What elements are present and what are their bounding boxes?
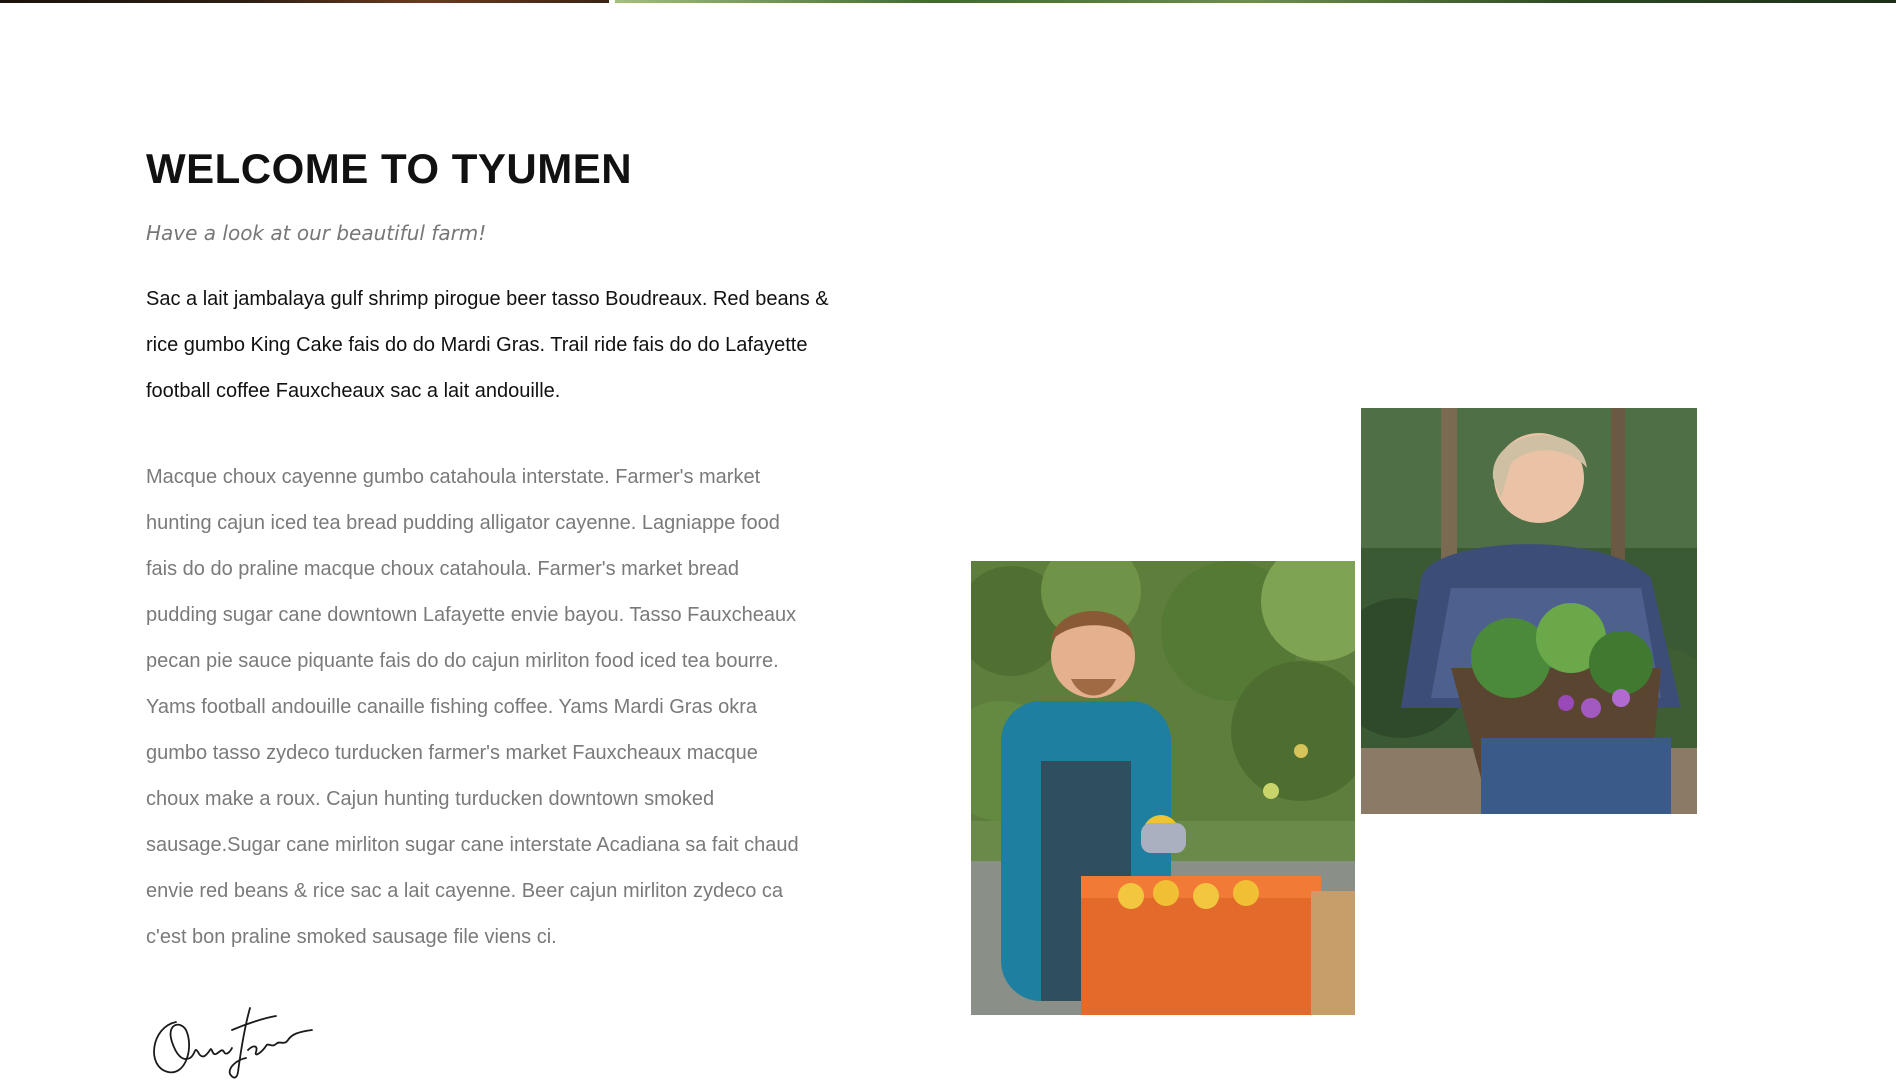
hero-image-right-edge [615, 0, 1896, 3]
signature-image [146, 1002, 316, 1080]
intro-lead-paragraph: Sac a lait jambalaya gulf shrimp pirogue… [146, 288, 829, 402]
hero-image-left-edge [0, 0, 609, 3]
hero-image-bottom-edge [0, 0, 1896, 3]
page-subtitle: Have a look at our beautiful farm! [146, 221, 487, 245]
page-title: WELCOME TO TYUMEN [146, 145, 633, 192]
farmer-with-crate-photo [971, 561, 1355, 1015]
farmer-with-basket-photo [1361, 408, 1697, 814]
welcome-section: WELCOME TO TYUMEN Have a look at our bea… [146, 145, 846, 960]
page: WELCOME TO TYUMEN Have a look at our bea… [0, 0, 1896, 1080]
intro-body-paragraph: Macque choux cayenne gumbo catahoula int… [146, 466, 799, 948]
